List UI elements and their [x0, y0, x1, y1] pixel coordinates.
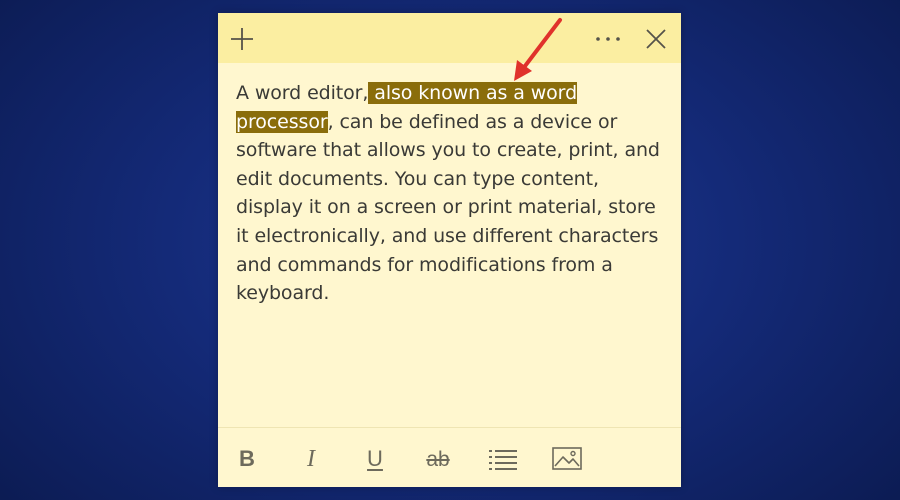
bold-button[interactable]: B: [229, 441, 265, 477]
italic-button[interactable]: I: [293, 441, 329, 477]
note-text-after: , can be defined as a device or software…: [236, 110, 660, 305]
more-icon: [596, 37, 620, 41]
bold-label: B: [239, 446, 255, 471]
italic-label: I: [307, 446, 315, 472]
bullet-list-icon: [489, 450, 517, 470]
new-note-button[interactable]: [226, 23, 258, 55]
note-text-before: A word editor,: [236, 82, 369, 104]
underline-label: U: [367, 446, 383, 471]
image-icon: [552, 447, 582, 470]
sticky-note: A word editor, also known as a word proc…: [218, 13, 681, 487]
close-button[interactable]: [640, 23, 672, 55]
strikethrough-button[interactable]: ab: [420, 441, 456, 477]
note-titlebar[interactable]: [218, 13, 681, 63]
toolbar-divider: [218, 427, 681, 428]
bullet-list-button[interactable]: [485, 441, 521, 477]
formatting-toolbar: B I U ab: [218, 441, 681, 477]
close-icon: [646, 29, 666, 49]
note-text[interactable]: A word editor, also known as a word proc…: [236, 79, 666, 308]
underline-button[interactable]: U: [357, 441, 393, 477]
menu-button[interactable]: [592, 23, 624, 55]
plus-icon: [231, 28, 253, 50]
strikethrough-label: ab: [426, 447, 450, 471]
insert-image-button[interactable]: [549, 441, 585, 477]
